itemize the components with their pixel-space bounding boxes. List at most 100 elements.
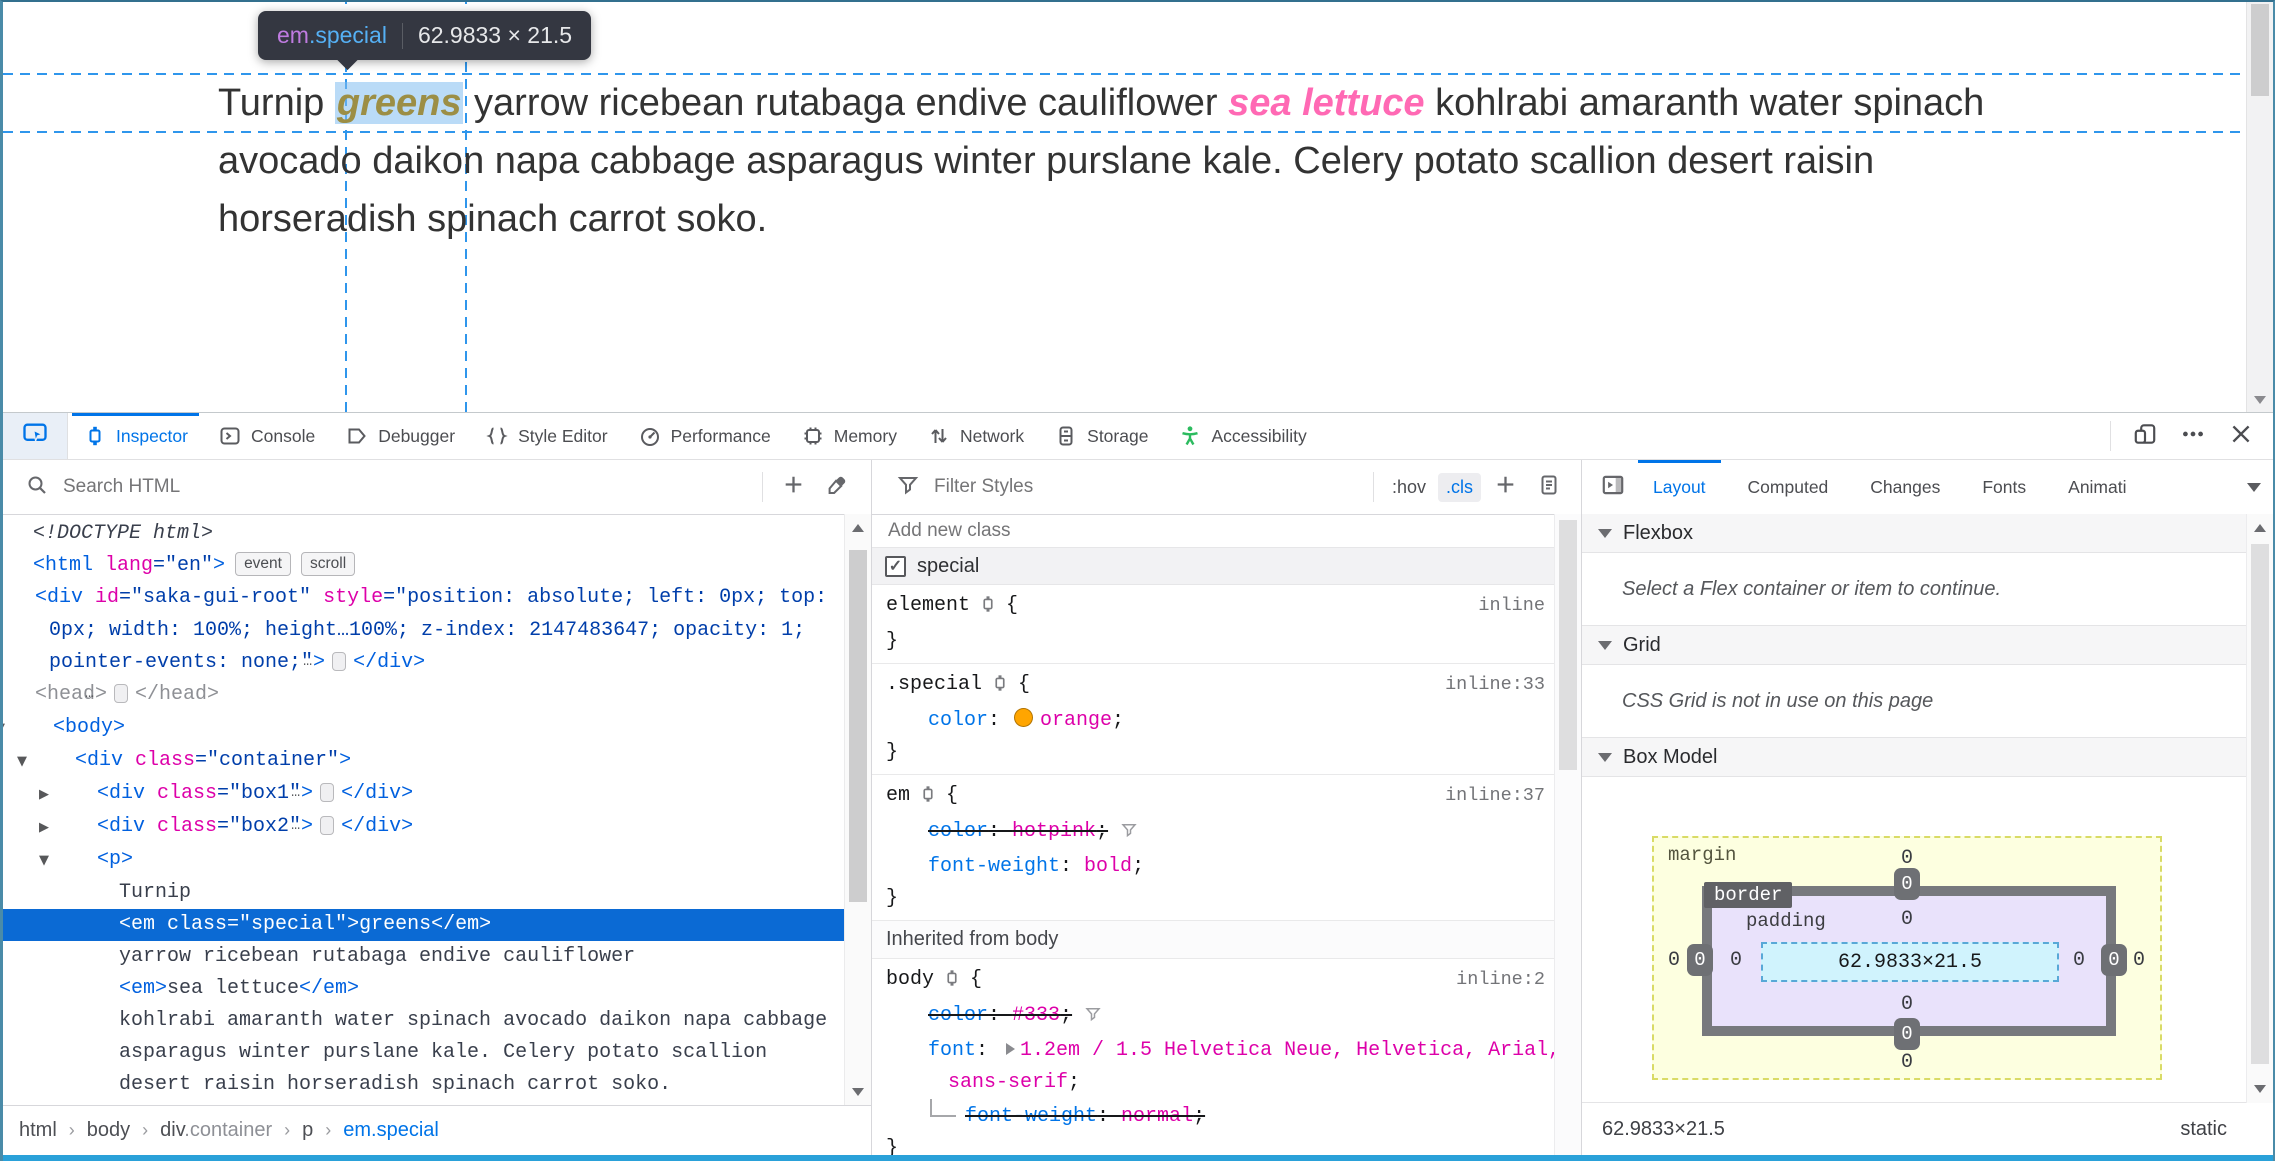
padding-right-value[interactable]: 0 — [2059, 944, 2099, 976]
rule-source-link[interactable]: inline:33 — [1445, 669, 1545, 701]
tab-style-editor[interactable]: Style Editor — [470, 413, 622, 459]
event-badge[interactable]: event — [235, 552, 291, 576]
inline-expander[interactable]: … — [291, 816, 335, 835]
page-scrollbar-thumb[interactable] — [2251, 4, 2269, 96]
markup-row[interactable]: <html lang="en"> event scroll — [3, 550, 846, 582]
rule-source-link[interactable]: inline:2 — [1456, 964, 1545, 996]
sidebar-tab-layout[interactable]: Layout — [1632, 460, 1727, 514]
page-scrollbar[interactable] — [2246, 2, 2273, 412]
scroll-badge[interactable]: scroll — [300, 552, 356, 576]
tab-console[interactable]: Console — [203, 413, 330, 459]
tab-storage[interactable]: Storage — [1039, 413, 1163, 459]
breadcrumb-item[interactable]: html — [19, 1119, 57, 1142]
pseudo-class-button[interactable]: :hov — [1384, 473, 1434, 502]
grid-section-header[interactable]: Grid — [1582, 626, 2273, 665]
markup-row[interactable]: Turnip — [3, 877, 846, 909]
css-declaration[interactable]: color: orange; — [872, 705, 1581, 737]
inline-expander[interactable]: … — [303, 652, 347, 671]
boxmodel-section-header[interactable]: Box Model — [1582, 738, 2273, 777]
layout-scrollbar-thumb[interactable] — [2251, 544, 2269, 1064]
highlight-selector-icon[interactable] — [918, 786, 938, 811]
markup-row[interactable]: kohlrabi amaranth water spinach avocado … — [3, 1005, 846, 1101]
tab-debugger[interactable]: Debugger — [330, 413, 470, 459]
border-top-value[interactable]: 0 — [1894, 868, 1920, 900]
sidebar-tab-animati[interactable]: Animati — [2047, 460, 2147, 514]
css-declaration[interactable]: font: 1.2em / 1.5 Helvetica Neue, Helvet… — [872, 1035, 1581, 1099]
markup-row-selected[interactable]: <em class="special">greens</em> — [3, 909, 846, 941]
sidebar-tab-computed[interactable]: Computed — [1727, 460, 1850, 514]
expand-arrow-icon[interactable]: ▶ — [39, 779, 97, 811]
css-declaration[interactable]: font-weight: bold; — [872, 851, 1581, 883]
markup-row[interactable]: ▶<head>… </head> — [3, 679, 846, 712]
close-devtools-button[interactable] — [2219, 416, 2263, 456]
padding-top-value[interactable]: 0 — [1887, 903, 1927, 935]
tab-network[interactable]: Network — [912, 413, 1039, 459]
layout-scrollbar[interactable] — [2246, 514, 2273, 1103]
highlight-selector-icon[interactable] — [978, 596, 998, 621]
scroll-up-icon[interactable] — [2254, 524, 2266, 532]
search-html-input[interactable] — [61, 475, 754, 499]
collapse-arrow-icon[interactable]: ▼ — [39, 845, 97, 877]
rules-scrollbar[interactable] — [1554, 514, 1581, 1155]
expand-arrow-icon[interactable]: ▶ — [13, 583, 35, 615]
border-left-value[interactable]: 0 — [1687, 944, 1713, 976]
eyedropper-button[interactable] — [815, 467, 859, 507]
highlight-selector-icon[interactable] — [942, 970, 962, 995]
scroll-down-icon[interactable] — [852, 1088, 864, 1096]
color-swatch[interactable] — [1014, 708, 1034, 727]
breadcrumb-item[interactable]: body — [87, 1119, 130, 1142]
markup-row[interactable]: ▼ <p> — [3, 844, 846, 877]
breadcrumb-item[interactable]: p — [302, 1119, 313, 1142]
rule-selector-line[interactable]: element { — [872, 590, 1581, 626]
add-new-class-input[interactable] — [886, 518, 1567, 543]
css-declaration[interactable]: font-weight: normal; — [872, 1099, 1581, 1133]
markup-row[interactable]: ▶ <div class="box1">… </div> — [3, 778, 846, 811]
breadcrumb-item[interactable]: em.special — [343, 1119, 439, 1142]
rule-source-link[interactable]: inline:37 — [1445, 780, 1545, 812]
inline-expander[interactable]: … — [85, 684, 129, 703]
tab-inspector[interactable]: Inspector — [68, 413, 203, 459]
margin-right-value[interactable]: 0 — [2119, 944, 2159, 976]
class-panel-button[interactable]: .cls — [1438, 472, 1481, 502]
markup-row[interactable]: ▼<body> — [3, 712, 846, 745]
sidebar-tab-fonts[interactable]: Fonts — [1961, 460, 2047, 514]
markup-row[interactable]: yarrow ricebean rutabaga endive cauliflo… — [3, 941, 846, 973]
meatball-menu-button[interactable] — [2171, 416, 2215, 456]
highlight-selector-icon[interactable] — [990, 675, 1010, 700]
breadcrumb-item[interactable]: div.container — [160, 1119, 272, 1142]
rule-selector[interactable]: .special — [886, 673, 982, 696]
print-simulation-button[interactable] — [1527, 467, 1571, 507]
padding-left-value[interactable]: 0 — [1716, 944, 1756, 976]
node-picker-button[interactable] — [3, 413, 68, 459]
expand-sidebar-button[interactable] — [1594, 467, 1632, 507]
tab-performance[interactable]: Performance — [623, 413, 786, 459]
class-checkbox[interactable]: ✓ — [885, 555, 906, 577]
css-declaration[interactable]: color: hotpink; — [872, 816, 1581, 851]
expand-arrow-icon[interactable]: ▶ — [13, 680, 35, 712]
page-scrollbar-down-icon[interactable] — [2254, 396, 2266, 404]
markup-row[interactable]: ▶<div id="saka-gui-root" style="position… — [3, 582, 846, 679]
markup-row[interactable]: <em>sea lettuce</em> — [3, 973, 846, 1005]
inline-expander[interactable]: … — [291, 783, 335, 802]
filter-styles-input[interactable] — [932, 475, 1365, 499]
tab-accessibility[interactable]: Accessibility — [1163, 413, 1321, 459]
rule-source-link[interactable]: inline — [1478, 590, 1545, 622]
collapse-arrow-icon[interactable]: ▼ — [17, 746, 75, 778]
padding-bottom-value[interactable]: 0 — [1887, 988, 1927, 1020]
scroll-down-icon[interactable] — [2254, 1085, 2266, 1093]
rule-selector[interactable]: element — [886, 594, 970, 617]
rule-selector[interactable]: em — [886, 784, 910, 807]
responsive-mode-button[interactable] — [2123, 416, 2167, 456]
rule-selector[interactable]: body — [886, 968, 934, 991]
overridden-filter-icon[interactable] — [1084, 1007, 1102, 1030]
tab-memory[interactable]: Memory — [786, 413, 912, 459]
expand-value-icon[interactable] — [1006, 1043, 1016, 1055]
markup-row[interactable]: ▶ <div class="box2">… </div> — [3, 811, 846, 844]
markup-scrollbar[interactable] — [844, 514, 871, 1106]
rules-scrollbar-thumb[interactable] — [1559, 520, 1577, 770]
collapse-arrow-icon[interactable]: ▼ — [3, 713, 53, 745]
overridden-filter-icon[interactable] — [1120, 823, 1138, 846]
sidebar-tab-changes[interactable]: Changes — [1849, 460, 1961, 514]
add-node-button[interactable] — [771, 467, 815, 507]
flexbox-section-header[interactable]: Flexbox — [1582, 514, 2273, 553]
